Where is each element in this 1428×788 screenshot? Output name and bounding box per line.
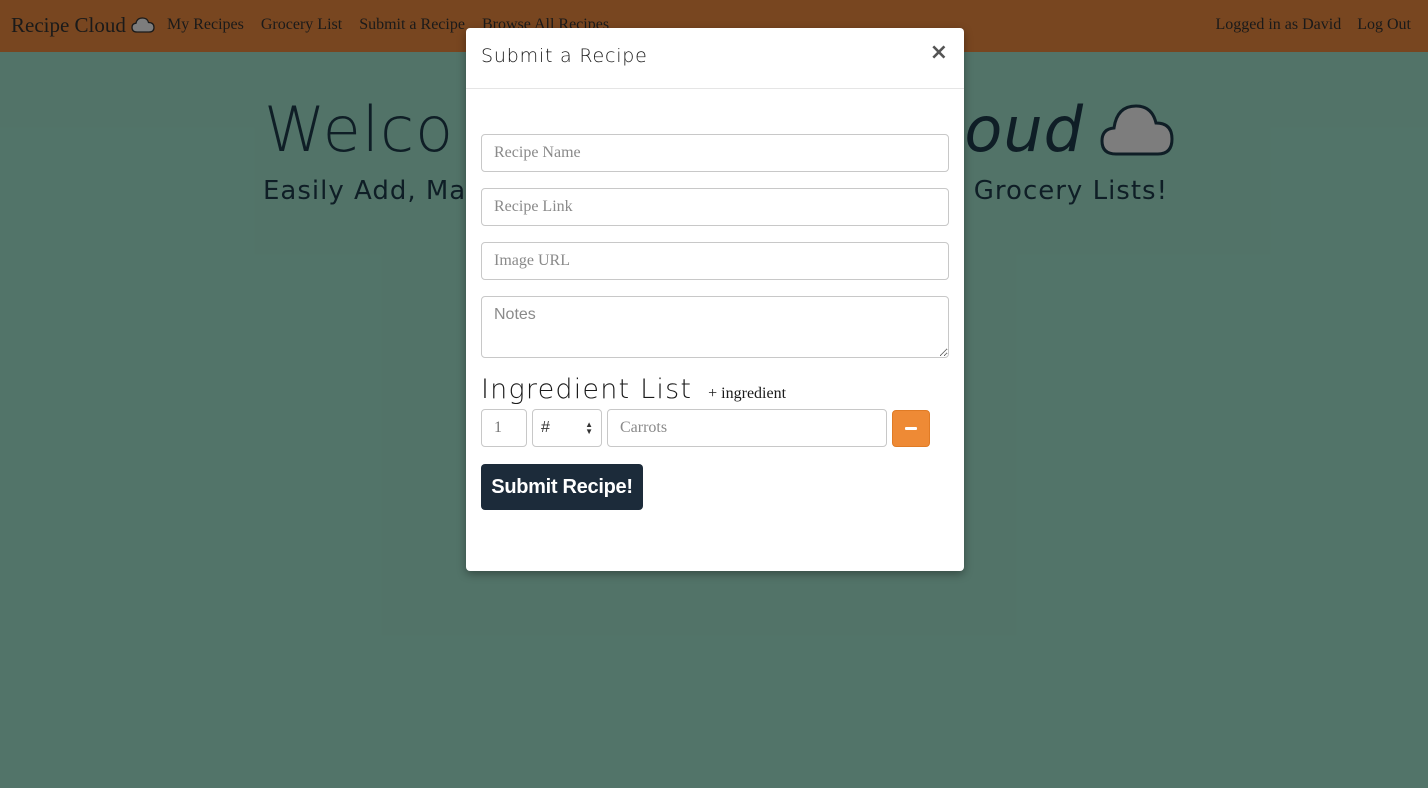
modal-title: Submit a Recipe	[481, 45, 648, 67]
ingredient-list-header: Ingredient List + ingredient	[481, 374, 786, 405]
minus-icon	[905, 427, 917, 430]
remove-ingredient-button[interactable]	[892, 410, 930, 447]
ingredient-list-title: Ingredient List	[481, 374, 693, 405]
ingredient-quantity-input[interactable]	[481, 409, 527, 447]
close-icon[interactable]: ×	[930, 42, 948, 64]
ingredient-unit-select[interactable]: # ▲ ▼	[532, 409, 602, 447]
ingredient-unit-value: #	[541, 419, 550, 436]
recipe-link-input[interactable]	[481, 188, 949, 226]
modal-header: Submit a Recipe ×	[466, 28, 964, 89]
recipe-name-input[interactable]	[481, 134, 949, 172]
submit-recipe-button[interactable]: Submit Recipe!	[481, 464, 643, 510]
notes-textarea[interactable]	[481, 296, 949, 358]
add-ingredient-link[interactable]: + ingredient	[708, 385, 786, 403]
image-url-input[interactable]	[481, 242, 949, 280]
ingredient-name-input[interactable]	[607, 409, 887, 447]
submit-recipe-modal: Submit a Recipe × Ingredient List + ingr…	[466, 28, 964, 571]
select-arrows-icon: ▲ ▼	[585, 420, 593, 436]
